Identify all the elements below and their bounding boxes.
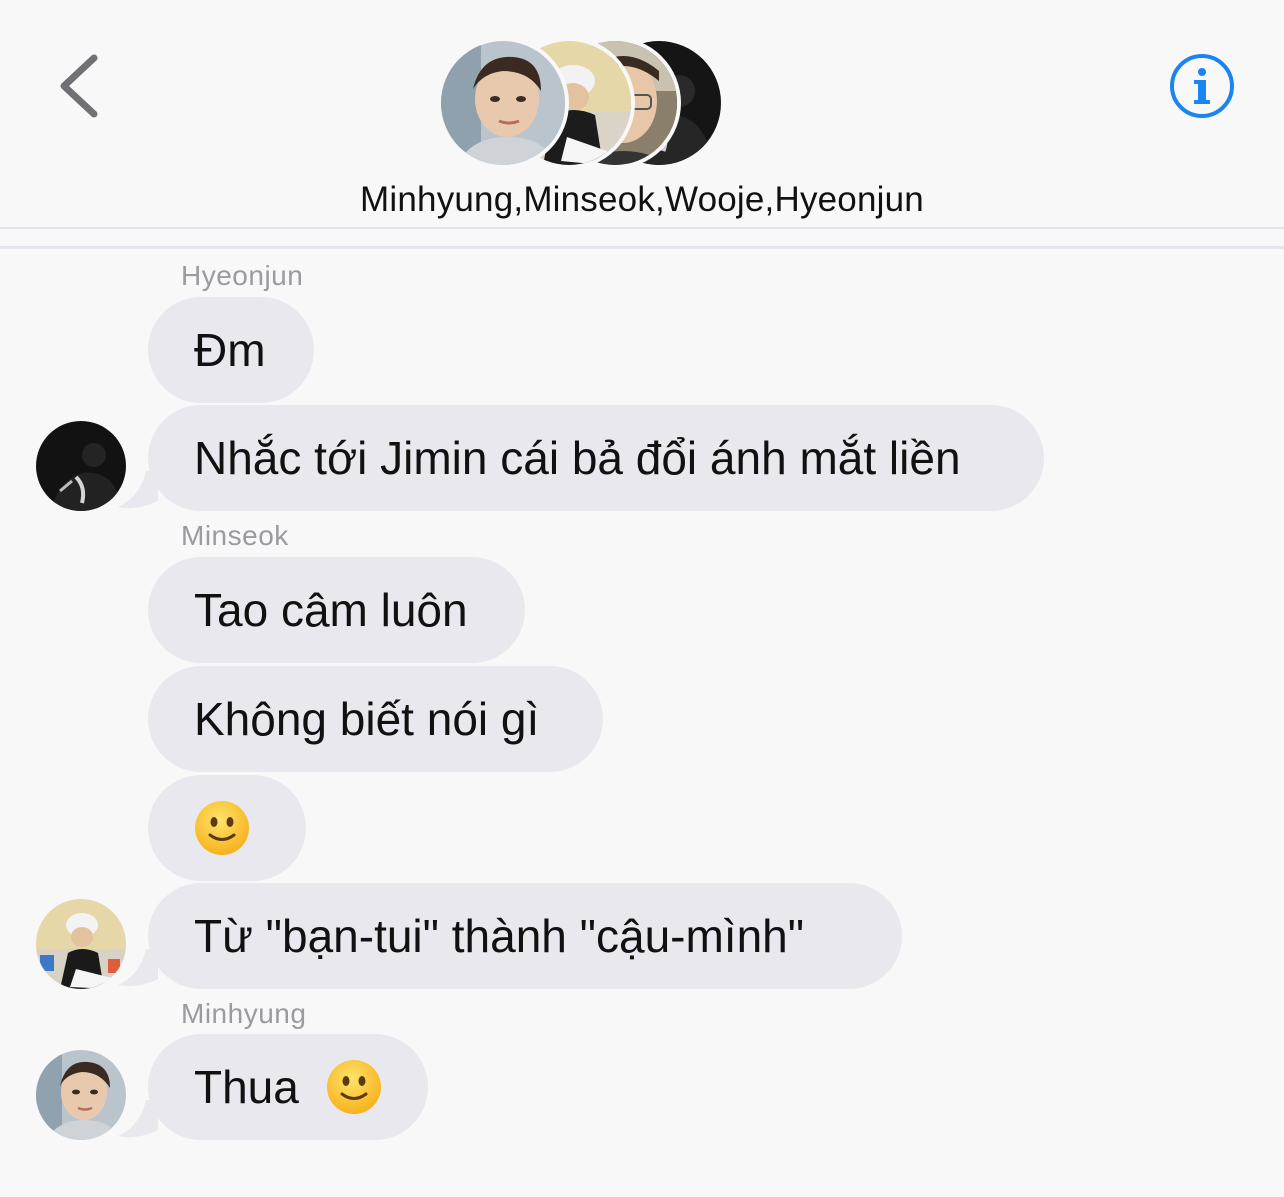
avatar-hyeonjun[interactable] [36,421,126,511]
header-divider-secondary [0,246,1284,249]
sender-label-hyeonjun: Hyeonjun [181,260,304,291]
avatar-minhyung[interactable] [36,1050,126,1140]
group-avatar-minhyung [437,37,569,169]
group-title[interactable]: Minhyung,Minseok,Wooje,Hyeonjun [0,180,1284,220]
sender-label-minseok: Minseok [181,520,289,551]
message-bubble[interactable]: Thua [148,1034,428,1140]
group-avatar-stack[interactable] [437,37,727,169]
back-button[interactable] [52,50,108,122]
slightly-smiling-face-emoji [326,1059,382,1115]
message-text: Thua [194,1061,299,1113]
conversation-header: Minhyung,Minseok,Wooje,Hyeonjun [0,0,1284,228]
message-bubble[interactable]: Không biết nói gì [148,666,603,772]
avatar-minseok[interactable] [36,899,126,989]
chevron-left-icon [60,54,98,118]
message-bubble[interactable]: Tao câm luôn [148,557,525,663]
header-divider [0,227,1284,229]
info-button[interactable] [1168,52,1236,120]
message-bubble[interactable]: Từ "bạn-tui" thành "cậu-mình" [148,883,902,989]
message-bubble[interactable]: Nhắc tới Jimin cái bả đổi ánh mắt liền [148,405,1044,511]
message-bubble[interactable] [148,775,306,881]
message-bubble[interactable]: Đm [148,297,314,403]
sender-label-minhyung: Minhyung [181,998,307,1029]
info-icon [1170,54,1234,118]
slightly-smiling-face-emoji [194,800,250,856]
